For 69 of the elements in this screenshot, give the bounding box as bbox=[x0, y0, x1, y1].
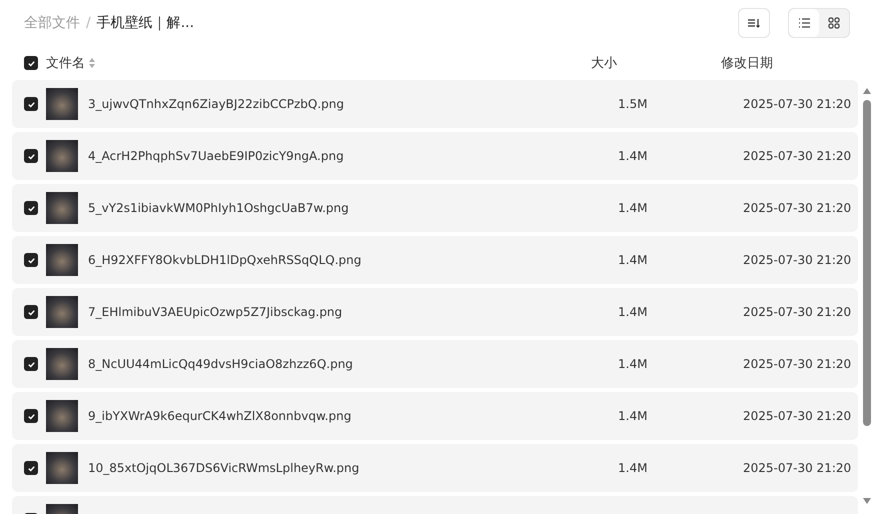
grid-icon bbox=[828, 17, 840, 29]
file-name: 6_H92XFFY8OkvbLDH1lDpQxehRSSqQLQ.png bbox=[88, 253, 362, 267]
checkbox[interactable] bbox=[24, 409, 38, 423]
file-size: 1.4M bbox=[618, 357, 648, 371]
modified-date: 2025-07-30 21:20 bbox=[743, 253, 852, 267]
breadcrumb-separator: / bbox=[86, 15, 91, 31]
checkbox[interactable] bbox=[24, 56, 38, 70]
file-row[interactable]: 8_NcUU44mLicQq49dvsH9ciaO8zhzz6Q.png 1.4M 2025-07-30 21:20 bbox=[12, 340, 858, 388]
file-name: 10_85xtOjqOL367DS6VicRWmsLplheyRw.png bbox=[88, 461, 360, 475]
modified-date: 2025-07-30 21:20 bbox=[743, 305, 852, 319]
file-size: 1.4M bbox=[618, 149, 648, 163]
check-icon bbox=[26, 58, 36, 68]
sort-icon bbox=[747, 17, 761, 29]
modified-date: 2025-07-30 21:20 bbox=[743, 97, 852, 111]
file-row[interactable]: 5_vY2s1ibiavkWM0PhIyh1OshgcUaB7w.png 1.4M 2025-07-30 21:20 bbox=[12, 184, 858, 232]
photo-placeholder bbox=[46, 296, 78, 328]
photo-placeholder bbox=[46, 452, 78, 484]
check-icon bbox=[26, 308, 36, 316]
list-icon bbox=[798, 18, 810, 28]
photo-placeholder bbox=[46, 140, 78, 172]
file-name: 8_NcUU44mLicQq49dvsH9ciaO8zhzz6Q.png bbox=[88, 357, 354, 371]
photo-placeholder bbox=[46, 348, 78, 380]
file-size: 1.4M bbox=[618, 253, 648, 267]
file-size: 1.4M bbox=[618, 461, 648, 475]
checkbox[interactable] bbox=[24, 97, 38, 111]
file-row[interactable]: 10_85xtOjqOL367DS6VicRWmsLplheyRw.png 1.4M 2025-07-30 21:20 bbox=[12, 444, 858, 492]
photo-placeholder bbox=[46, 88, 78, 120]
check-icon bbox=[26, 152, 36, 160]
photo-placeholder bbox=[46, 192, 78, 224]
check-icon bbox=[26, 464, 36, 472]
file-row[interactable]: 9_ibYXWrA9k6equrCK4whZlX8onnbvqw.png 1.4M 2025-07-30 21:20 bbox=[12, 392, 858, 440]
sort-button[interactable] bbox=[738, 8, 770, 38]
file-name: 4_AcrH2PhqphSv7UaebE9IP0zicY9ngA.png bbox=[88, 149, 345, 163]
photo-placeholder bbox=[46, 244, 78, 276]
list-view-button[interactable] bbox=[789, 9, 819, 37]
modified-date: 2025-07-30 21:20 bbox=[743, 201, 852, 215]
column-header[interactable]: 文件名 bbox=[46, 54, 85, 72]
checkbox[interactable] bbox=[24, 357, 38, 371]
photo-placeholder bbox=[46, 400, 78, 432]
file-size: 1.4M bbox=[618, 305, 648, 319]
file-name: 7_EHlmibuV3AEUpicOzwp5Z7Jibsckag.png bbox=[88, 305, 344, 319]
modified-date: 2025-07-30 21:20 bbox=[743, 409, 852, 423]
file-size: 1.4M bbox=[618, 409, 648, 423]
column-header[interactable]: 修改日期 bbox=[721, 54, 773, 72]
modified-date: 2025-07-30 21:20 bbox=[743, 149, 852, 163]
checkbox[interactable] bbox=[24, 201, 38, 215]
checkbox[interactable] bbox=[24, 461, 38, 475]
breadcrumb-item[interactable]: 手机壁纸｜解... bbox=[96, 14, 194, 32]
check-icon bbox=[26, 360, 36, 368]
check-icon bbox=[26, 100, 36, 108]
check-icon bbox=[26, 256, 36, 264]
modified-date: 2025-07-30 21:20 bbox=[743, 357, 852, 371]
check-icon bbox=[26, 412, 36, 420]
file-row[interactable]: 6_H92XFFY8OkvbLDH1lDpQxehRSSqQLQ.png 1.4M 2025-07-30 21:20 bbox=[12, 236, 858, 284]
file-name: 3_ujwvQTnhxZqn6ZiayBJ22zibCCPzbQ.png bbox=[88, 97, 345, 111]
file-size: 1.5M bbox=[618, 97, 648, 111]
check-icon bbox=[26, 204, 36, 212]
file-name: 9_ibYXWrA9k6equrCK4whZlX8onnbvqw.png bbox=[88, 409, 352, 423]
modified-date: 2025-07-30 21:20 bbox=[743, 461, 852, 475]
column-header[interactable]: 大小 bbox=[591, 54, 721, 72]
checkbox[interactable] bbox=[24, 253, 38, 267]
file-name: 5_vY2s1ibiavkWM0PhIyh1OshgcUaB7w.png bbox=[88, 201, 350, 215]
file-row[interactable]: 3_ujwvQTnhxZqn6ZiayBJ22zibCCPzbQ.png 1.5M 2025-07-30 21:20 bbox=[12, 80, 858, 128]
checkbox[interactable] bbox=[24, 149, 38, 163]
file-row[interactable]: 4_AcrH2PhqphSv7UaebE9IP0zicY9ngA.png 1.4M 2025-07-30 21:20 bbox=[12, 132, 858, 180]
sort-icon bbox=[89, 58, 95, 68]
file-row[interactable]: 7_EHlmibuV3AEUpicOzwp5Z7Jibsckag.png 1.4M 2025-07-30 21:20 bbox=[12, 288, 858, 336]
checkbox[interactable] bbox=[24, 305, 38, 319]
file-size: 1.4M bbox=[618, 201, 648, 215]
